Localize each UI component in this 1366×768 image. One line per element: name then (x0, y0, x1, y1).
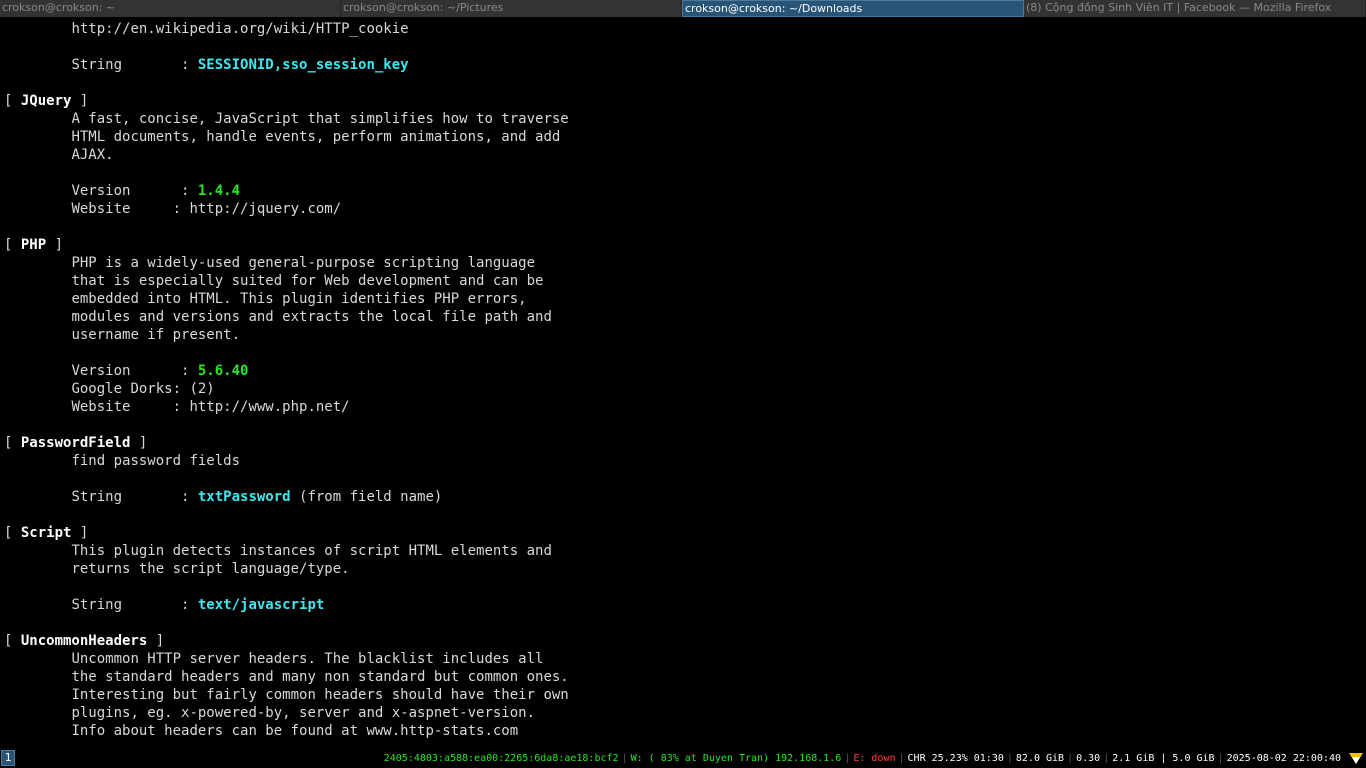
plugin-desc-line: embedded into HTML. This plugin identifi… (71, 291, 527, 307)
plugin-name: Script (20, 525, 72, 541)
terminal-line: HTML documents, handle events, perform a… (4, 128, 560, 146)
terminal-line: http://en.wikipedia.org/wiki/HTTP_cookie (4, 20, 409, 38)
plugin-name: PHP (20, 237, 47, 253)
terminal-line: Version : 5.6.40 (4, 362, 248, 380)
plugin-heading-jquery: [ JQuery ] (4, 93, 89, 109)
plugin-desc-line: Uncommon HTTP server headers. The blackl… (71, 651, 544, 667)
terminal-line: Uncommon HTTP server headers. The blackl… (4, 650, 543, 668)
terminal-line: A fast, concise, JavaScript that simplif… (4, 110, 569, 128)
terminal-line: Google Dorks: (2) (4, 380, 215, 398)
cookie-url: http://en.wikipedia.org/wiki/HTTP_cookie (71, 21, 409, 37)
website-line: Website : http://www.php.net/ (71, 399, 350, 415)
plugin-desc-line: modules and versions and extracts the lo… (71, 309, 552, 325)
terminal-line: Version : 1.4.4 (4, 182, 240, 200)
plugin-desc-line: plugins, eg. x-powered-by, server and x-… (71, 705, 536, 721)
network-tray-icon[interactable] (1349, 752, 1363, 765)
string-value: text/javascript (197, 597, 325, 613)
cookie-string-label: String : (71, 57, 198, 73)
terminal-line: plugins, eg. x-powered-by, server and x-… (4, 704, 535, 722)
terminal-line: the standard headers and many non standa… (4, 668, 569, 686)
plugin-desc-line: HTML documents, handle events, perform a… (71, 129, 561, 145)
tab-terminal-downloads[interactable]: crokson@crokson: ~/Downloads (682, 0, 1024, 17)
version-value: 5.6.40 (197, 363, 249, 379)
terminal-line: AJAX. (4, 146, 114, 164)
version-label: Version : (71, 183, 198, 199)
status-wifi: W: ( 83% at Duyen Tran) 192.168.1.6 (630, 753, 842, 764)
plugin-desc-line: AJAX. (71, 147, 114, 163)
tab-terminal-home[interactable]: crokson@crokson: ~ (0, 0, 341, 17)
terminal-line: Website : http://www.php.net/ (4, 398, 350, 416)
terminal-line: String : txtPassword (from field name) (4, 488, 442, 506)
plugin-heading-passwordfield: [ PasswordField ] (4, 435, 148, 451)
terminal-line: username if present. (4, 326, 240, 344)
plugin-desc-line: PHP is a widely-used general-purpose scr… (71, 255, 536, 271)
status-bar: 1 2405:4803:a588:ea00:2265:6da8:ae18:bcf… (0, 749, 1366, 768)
plugin-desc-line: This plugin detects instances of script … (71, 543, 552, 559)
status-memory: 2.1 GiB | 5.0 GiB (1112, 753, 1215, 764)
website-line: Website : http://jquery.com/ (71, 201, 342, 217)
window-tab-bar: crokson@crokson: ~ crokson@crokson: ~/Pi… (0, 0, 1366, 17)
terminal-line: Website : http://jquery.com/ (4, 200, 341, 218)
plugin-heading-uncommonheaders: [ UncommonHeaders ] (4, 633, 165, 649)
status-battery: CHR 25.23% 01:30 (907, 753, 1004, 764)
status-load: 0.30 (1076, 753, 1101, 764)
status-ipv6: 2405:4803:a588:ea00:2265:6da8:ae18:bcf2 (383, 753, 619, 764)
version-value: 1.4.4 (197, 183, 241, 199)
plugin-desc-line: returns the script language/type. (71, 561, 350, 577)
plugin-desc-line: Info about headers can be found at www.h… (71, 723, 519, 739)
terminal-line: embedded into HTML. This plugin identifi… (4, 290, 527, 308)
cookie-string-value: SESSIONID,sso_session_key (197, 57, 409, 73)
terminal-output[interactable]: http://en.wikipedia.org/wiki/HTTP_cookie… (0, 18, 1366, 748)
tab-firefox-facebook[interactable]: (8) Cộng đồng Sinh Viên IT | Facebook — … (1024, 0, 1366, 17)
plugin-desc-line: Interesting but fairly common headers sh… (71, 687, 569, 703)
status-items: 2405:4803:a588:ea00:2265:6da8:ae18:bcf2 |… (381, 749, 1344, 768)
status-ethernet: E: down (853, 753, 896, 764)
terminal-line: Info about headers can be found at www.h… (4, 722, 518, 740)
plugin-desc-line: that is especially suited for Web develo… (71, 273, 544, 289)
terminal-line: String : SESSIONID,sso_session_key (4, 56, 409, 74)
terminal-line: find password fields (4, 452, 240, 470)
terminal-line: This plugin detects instances of script … (4, 542, 552, 560)
string-label: String : (71, 489, 198, 505)
plugin-name: UncommonHeaders (20, 633, 148, 649)
terminal-line: returns the script language/type. (4, 560, 350, 578)
plugin-desc-line: find password fields (71, 453, 241, 469)
terminal-line: String : text/javascript (4, 596, 324, 614)
string-value: txtPassword (197, 489, 291, 505)
plugin-desc-line: A fast, concise, JavaScript that simplif… (71, 111, 569, 127)
plugin-desc-line: username if present. (71, 327, 241, 343)
version-label: Version : (71, 363, 198, 379)
plugin-desc-line: the standard headers and many non standa… (71, 669, 569, 685)
workspace-button[interactable]: 1 (1, 750, 15, 766)
tab-terminal-pictures[interactable]: crokson@crokson: ~/Pictures (341, 0, 682, 17)
plugin-name: JQuery (20, 93, 72, 109)
google-dorks-line: Google Dorks: (2) (71, 381, 215, 397)
string-label: String : (71, 597, 198, 613)
terminal-line: that is especially suited for Web develo… (4, 272, 543, 290)
plugin-name: PasswordField (20, 435, 131, 451)
string-suffix: (from field name) (290, 489, 443, 505)
terminal-line: Interesting but fairly common headers sh… (4, 686, 569, 704)
terminal-line: PHP is a widely-used general-purpose scr… (4, 254, 535, 272)
terminal-line: modules and versions and extracts the lo… (4, 308, 552, 326)
status-datetime: 2025-08-02 22:00:40 (1226, 753, 1341, 764)
status-disk: 82.0 GiB (1015, 753, 1065, 764)
plugin-heading-script: [ Script ] (4, 525, 89, 541)
plugin-heading-php: [ PHP ] (4, 237, 64, 253)
